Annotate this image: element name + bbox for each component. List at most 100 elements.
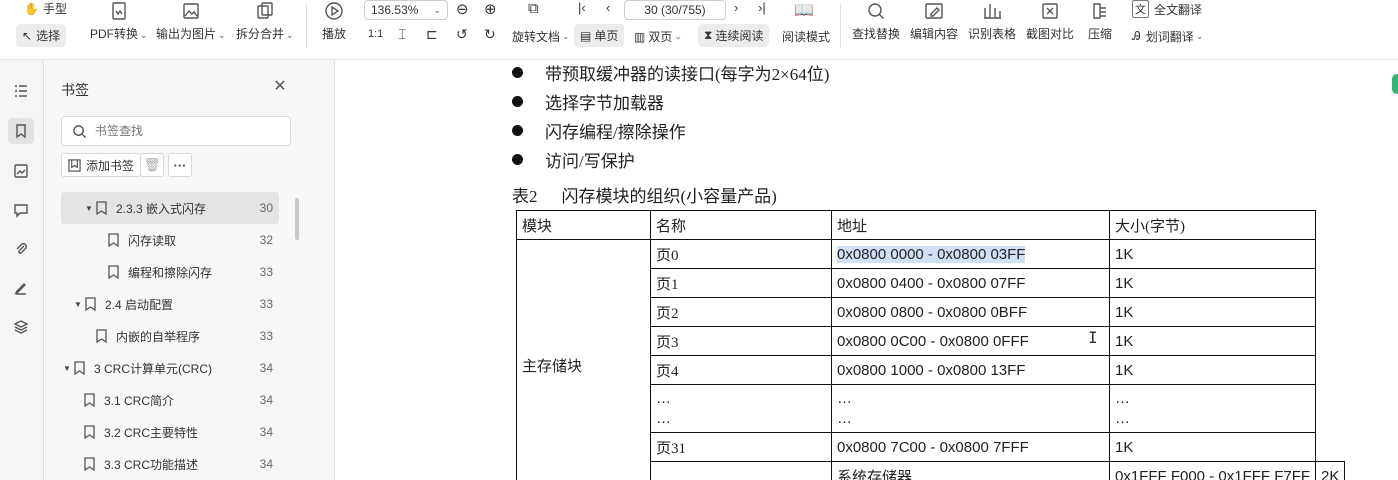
- page-tool-button[interactable]: ⧉: [528, 0, 539, 17]
- bookmark-panel-button[interactable]: [8, 118, 34, 144]
- floating-assistant-tab[interactable]: [1392, 74, 1398, 94]
- bookmark-item[interactable]: 3.1 CRC简介 34: [61, 384, 279, 416]
- rotate-left-button[interactable]: ↺: [456, 26, 468, 43]
- comment-button[interactable]: [8, 197, 34, 223]
- fit-page-button[interactable]: ⊏: [426, 26, 438, 43]
- table-header-row: 模块 名称 地址 大小(字节): [516, 210, 1345, 240]
- bullet-item: 访问/写保护: [512, 147, 635, 172]
- compress-button[interactable]: 压缩: [1088, 0, 1112, 42]
- prev-page-button[interactable]: ‹: [606, 0, 610, 15]
- chevron-down-icon: ⌄: [1195, 31, 1204, 41]
- reading-mode-button[interactable]: 阅读模式: [782, 28, 830, 45]
- word-translate-icon: Ꭿ: [1132, 29, 1141, 43]
- export-image-button[interactable]: 输出为图片 ⌄: [156, 0, 226, 42]
- edit-content-button[interactable]: 编辑内容: [910, 0, 958, 42]
- layers-button[interactable]: [8, 314, 34, 340]
- continuous-read-button[interactable]: ⧗ 连续阅读: [698, 24, 770, 47]
- more-icon: ···: [173, 157, 187, 173]
- size-cell: 1K: [1108, 239, 1317, 269]
- bookmark-item[interactable]: ▼ 2.3.3 嵌入式闪存 30: [61, 192, 279, 224]
- actual-size-button[interactable]: 1:1: [368, 28, 383, 40]
- size-cell: 1K: [1108, 326, 1317, 356]
- address-cell: 0x0800 0000 - 0x0800 03FF: [831, 239, 1110, 269]
- expand-triangle-icon: ▼: [63, 363, 71, 373]
- bullet-dot: [512, 154, 523, 165]
- select-tool-button[interactable]: ↖ 选择: [16, 24, 67, 47]
- header-cell: 地址: [831, 210, 1110, 240]
- page-number-input[interactable]: 30 (30/755): [624, 0, 726, 20]
- reading-mode-icon-button[interactable]: 📖: [794, 0, 814, 20]
- pdf-convert-icon: [112, 2, 126, 20]
- panel-scrollbar[interactable]: [295, 198, 299, 240]
- next-page-button[interactable]: ›: [734, 0, 738, 15]
- bookmark-item[interactable]: 3.3 CRC功能描述 34: [61, 448, 279, 480]
- name-cell: 页1: [650, 268, 832, 298]
- name-cell: 页2: [650, 297, 832, 327]
- pdf-convert-button[interactable]: PDF转换 ⌄: [90, 0, 148, 42]
- single-page-button[interactable]: ▤ 单页: [574, 24, 625, 47]
- bullet-dot: [512, 96, 523, 107]
- address-cell: 0x0800 7C00 - 0x0800 7FFF: [831, 432, 1110, 462]
- close-panel-button[interactable]: ✕: [271, 77, 289, 95]
- outline-button[interactable]: [8, 78, 34, 104]
- signature-button[interactable]: [8, 275, 34, 301]
- outline-icon: [15, 85, 27, 97]
- full-translate-button[interactable]: 文 全文翻译: [1132, 0, 1202, 18]
- double-page-button[interactable]: ▥ 双页 ⌄: [634, 28, 682, 45]
- bookmark-icon: [16, 124, 26, 139]
- thumbnail-button[interactable]: [8, 158, 34, 184]
- pen-icon: [14, 283, 26, 295]
- fit-width-button[interactable]: ⌶: [398, 26, 406, 43]
- bookmark-search[interactable]: [61, 116, 291, 146]
- address-cell: ……: [831, 384, 1110, 433]
- compress-icon: [1093, 3, 1106, 19]
- header-cell: 模块: [516, 210, 651, 240]
- first-page-icon: |‹: [578, 0, 586, 15]
- delete-bookmark-button[interactable]: 🗑: [140, 153, 164, 177]
- bookmark-search-input[interactable]: [95, 124, 275, 138]
- rotate-doc-button[interactable]: 旋转文档 ⌄: [512, 28, 570, 45]
- fit-width-icon: ⌶: [398, 26, 407, 42]
- play-button[interactable]: 播放: [322, 0, 346, 42]
- text-cursor-icon: I: [1088, 328, 1098, 347]
- rotate-right-button[interactable]: ↻: [484, 26, 496, 43]
- hand-icon: ✋: [24, 1, 39, 16]
- expand-triangle-icon: ▼: [85, 203, 93, 213]
- word-translate-button[interactable]: Ꭿ 划词翻译 ⌄: [1132, 28, 1203, 45]
- chevron-left-icon: ‹: [606, 0, 611, 15]
- bookmark-icon: [107, 233, 120, 248]
- name-cell: ……: [650, 384, 832, 433]
- hand-tool-button[interactable]: ✋ 手型: [24, 0, 67, 17]
- table-caption: 表2 闪存模块的组织(小容量产品): [512, 187, 777, 206]
- zoom-in-button[interactable]: ⊕: [484, 0, 497, 18]
- chevron-down-icon: ⌄: [140, 30, 148, 40]
- close-icon: ✕: [273, 78, 287, 95]
- find-replace-button[interactable]: 查找替换: [852, 0, 900, 42]
- size-cell: 1K: [1108, 297, 1317, 327]
- zoom-out-button[interactable]: ⊖: [456, 0, 469, 18]
- recognize-table-button[interactable]: 识别表格: [968, 0, 1016, 42]
- attachment-icon: [16, 243, 27, 254]
- bookmark-icon: [95, 201, 108, 216]
- zoom-out-icon: ⊖: [456, 1, 469, 18]
- address-cell: 0x0800 0400 - 0x0800 07FF: [831, 268, 1110, 298]
- panel-title: 书签: [61, 82, 89, 98]
- add-bookmark-button[interactable]: 添加书签: [61, 153, 142, 177]
- bookmark-item[interactable]: ▼ 2.4 启动配置 33: [61, 288, 279, 320]
- zoom-select[interactable]: 136.53% ⌄: [364, 0, 448, 20]
- selected-text[interactable]: 0x0800 0000 - 0x0800 03FF: [837, 245, 1026, 263]
- bookmark-item[interactable]: 3.2 CRC主要特性 34: [61, 416, 279, 448]
- more-options-button[interactable]: ···: [168, 153, 192, 177]
- first-page-button[interactable]: |‹: [578, 0, 586, 15]
- screenshot-compare-button[interactable]: 截图对比: [1026, 0, 1074, 42]
- name-cell: 页31: [650, 432, 832, 462]
- split-merge-button[interactable]: 拆分合并 ⌄: [236, 0, 294, 42]
- bookmark-item[interactable]: 闪存读取 32: [61, 224, 279, 256]
- attachment-button[interactable]: [8, 236, 34, 262]
- bookmark-item[interactable]: 编程和擦除闪存 33: [61, 256, 279, 288]
- bookmark-item[interactable]: ▼ 3 CRC计算单元(CRC) 34: [61, 352, 279, 384]
- document-view[interactable]: 带预取缓冲器的读接口(每字为2×64位) 选择字节加载器 闪存编程/擦除操作 访…: [336, 60, 1398, 480]
- last-page-button[interactable]: ›|: [758, 0, 766, 15]
- bookmark-item[interactable]: 内嵌的自举程序 33: [61, 320, 279, 352]
- comment-icon: [14, 204, 28, 218]
